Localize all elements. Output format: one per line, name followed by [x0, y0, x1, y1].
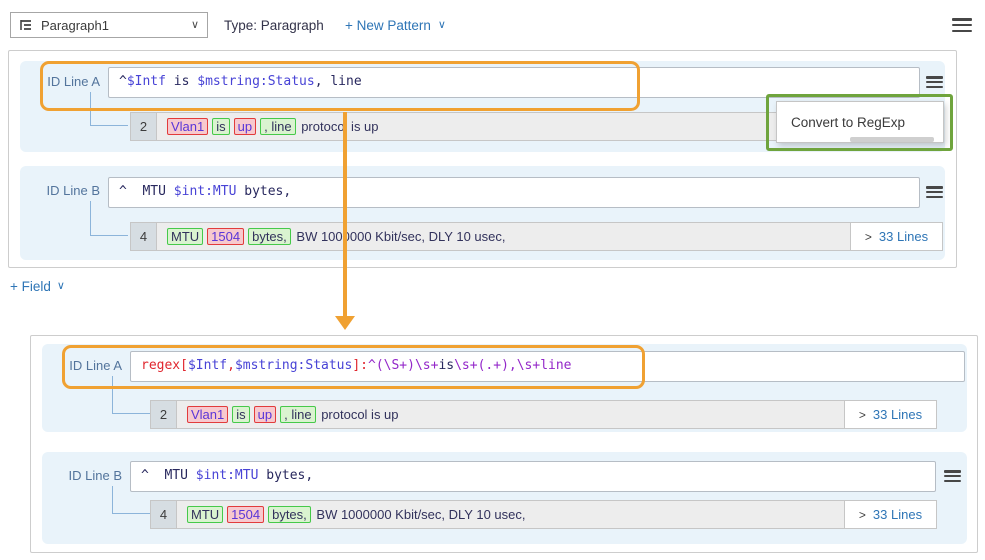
- token-variable: $mstring:Status: [197, 68, 314, 96]
- token-regex: ^(\S+)\s+: [368, 352, 438, 380]
- id-line-b-label: ID Line B: [40, 183, 100, 198]
- token-marker: ,: [227, 352, 235, 380]
- annotation-arrow-line: [343, 112, 347, 317]
- pattern-editor: Paragraph1 ∨ Type: Paragraph + New Patte…: [0, 0, 985, 560]
- lines-expand-button[interactable]: > 33 Lines: [844, 501, 936, 528]
- token-plain: protocol is up: [318, 407, 399, 422]
- menu-scrollbar-thumb[interactable]: [850, 137, 934, 142]
- token-captured: Vlan1: [187, 406, 228, 423]
- token-matched: , line: [280, 406, 315, 423]
- token-literal: bytes,: [258, 462, 313, 490]
- lines-count-label: 33 Lines: [873, 407, 922, 422]
- lines-expand-button[interactable]: > 33 Lines: [844, 401, 936, 428]
- token-captured: 1504: [227, 506, 264, 523]
- id-line-b-pattern-input[interactable]: ^ MTU $int:MTU bytes,: [130, 461, 936, 492]
- chevron-down-icon: ∨: [191, 20, 199, 31]
- token-variable: $int:MTU: [174, 178, 237, 206]
- pattern-icon: [19, 19, 33, 31]
- token-matched: bytes,: [248, 228, 291, 245]
- pattern-type-label: Type: Paragraph: [224, 18, 324, 33]
- token-literal: , line: [315, 68, 362, 96]
- token-variable: $int:MTU: [196, 462, 259, 490]
- line-number: 2: [151, 401, 177, 428]
- token-matched: MTU: [167, 228, 203, 245]
- connector-line: [112, 486, 150, 514]
- token-matched: is: [212, 118, 229, 135]
- id-line-a-pattern-input[interactable]: ^$Intf is $mstring:Status, line: [108, 67, 920, 98]
- id-line-b-menu-icon[interactable]: [926, 186, 943, 198]
- convert-to-regexp-label: Convert to RegExp: [791, 115, 905, 130]
- token-matched: MTU: [187, 506, 223, 523]
- annotation-arrow-head: [335, 316, 355, 330]
- sample-text: MTU1504bytes, BW 1000000 Kbit/sec, DLY 1…: [177, 501, 844, 528]
- lines-count-label: 33 Lines: [873, 507, 922, 522]
- sample-row-line-a-after: 2 Vlan1isup, line protocol is up > 33 Li…: [150, 400, 937, 429]
- token-literal: is: [438, 352, 454, 380]
- token-captured: Vlan1: [167, 118, 208, 135]
- chevron-right-icon: >: [859, 408, 866, 422]
- token-variable: $Intf: [127, 68, 166, 96]
- token-marker: ]:: [352, 352, 368, 380]
- token-literal: is: [166, 68, 197, 96]
- id-line-a-menu-icon[interactable]: [926, 76, 943, 88]
- token-regex: \s+(.+),\s+line: [454, 352, 571, 380]
- add-field-label: + Field: [10, 279, 51, 294]
- token-plain: BW 1000000 Kbit/sec, DLY 10 usec,: [293, 229, 506, 244]
- token-plain: protocol is up: [298, 119, 379, 134]
- id-line-b-label: ID Line B: [62, 468, 122, 483]
- lines-count-label: 33 Lines: [879, 229, 928, 244]
- add-field-button[interactable]: + Field ∨: [10, 279, 65, 294]
- new-pattern-label: + New Pattern: [345, 18, 431, 33]
- token-matched: is: [232, 406, 249, 423]
- id-line-a-label: ID Line A: [62, 358, 122, 373]
- line-number: 4: [131, 223, 157, 250]
- new-pattern-button[interactable]: + New Pattern ∨: [345, 18, 446, 33]
- sample-text: MTU1504bytes, BW 1000000 Kbit/sec, DLY 1…: [157, 223, 850, 250]
- line-number: 2: [131, 113, 157, 140]
- token-captured: up: [234, 118, 256, 135]
- token-literal: bytes,: [236, 178, 291, 206]
- id-line-b-menu-icon[interactable]: [944, 470, 961, 482]
- sample-row-line-b-after: 4 MTU1504bytes, BW 1000000 Kbit/sec, DLY…: [150, 500, 937, 529]
- id-line-a-regex-input[interactable]: regex[$Intf,$mstring:Status]:^(\S+)\s+is…: [130, 351, 965, 382]
- chevron-down-icon: ∨: [438, 20, 446, 31]
- line-number: 4: [151, 501, 177, 528]
- token-matched: , line: [260, 118, 295, 135]
- lines-expand-button[interactable]: > 33 Lines: [850, 223, 942, 250]
- chevron-right-icon: >: [859, 508, 866, 522]
- id-line-a-label: ID Line A: [40, 74, 100, 89]
- chevron-right-icon: >: [865, 230, 872, 244]
- token-variable: $Intf: [188, 352, 227, 380]
- token-captured: 1504: [207, 228, 244, 245]
- id-line-b-pattern-input[interactable]: ^ MTU $int:MTU bytes,: [108, 177, 920, 208]
- token-captured: up: [254, 406, 276, 423]
- token-matched: bytes,: [268, 506, 311, 523]
- sample-text: Vlan1isup, line protocol is up: [177, 401, 844, 428]
- toolbar-menu-icon[interactable]: [952, 18, 972, 32]
- token-plain: BW 1000000 Kbit/sec, DLY 10 usec,: [313, 507, 526, 522]
- pattern-dropdown[interactable]: Paragraph1 ∨: [10, 12, 208, 38]
- pattern-dropdown-value: Paragraph1: [41, 18, 183, 33]
- connector-line: [112, 376, 150, 414]
- connector-line: [90, 201, 128, 236]
- token-variable: $mstring:Status: [235, 352, 352, 380]
- chevron-down-icon: ∨: [57, 281, 65, 292]
- connector-line: [90, 92, 128, 126]
- sample-row-line-b-before: 4 MTU1504bytes, BW 1000000 Kbit/sec, DLY…: [130, 222, 943, 251]
